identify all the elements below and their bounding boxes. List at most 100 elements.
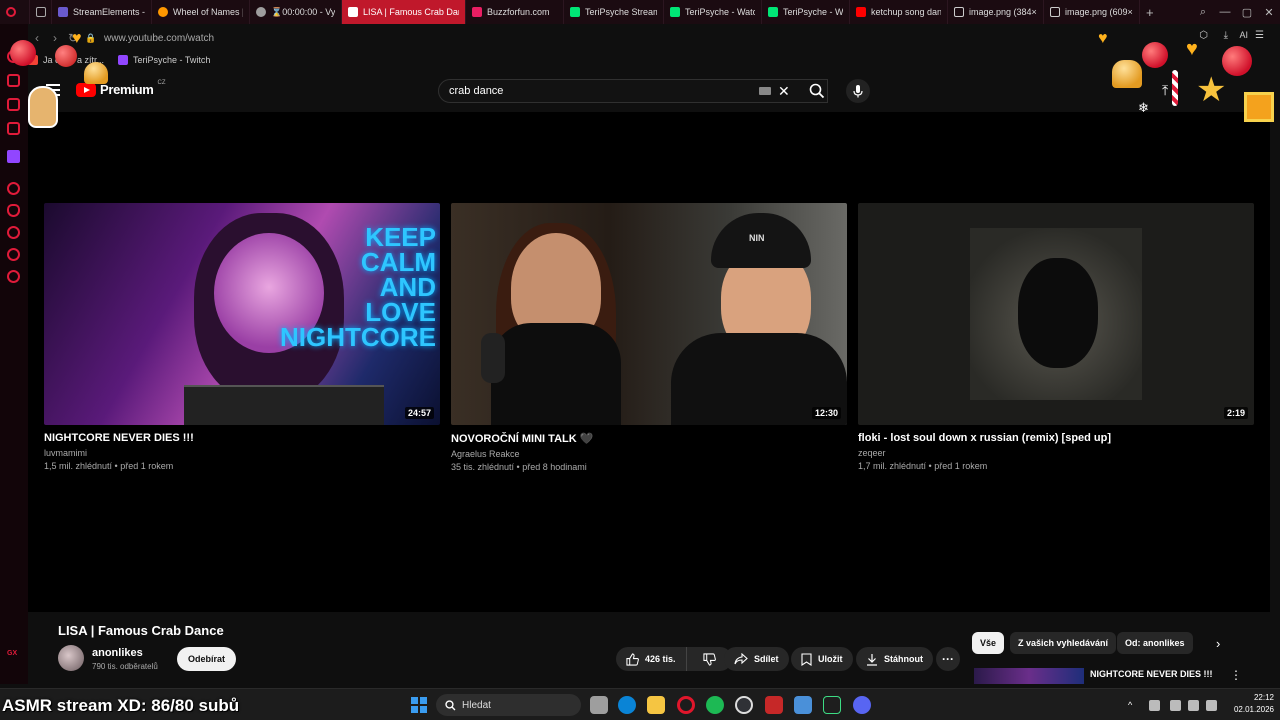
chevron-up-icon[interactable]: ^	[1128, 700, 1139, 711]
task-view-icon[interactable]	[590, 696, 608, 714]
heart-icon[interactable]	[7, 204, 20, 217]
tab-image-1[interactable]: image.png (384×2	[948, 0, 1044, 24]
video-title[interactable]: floki - lost soul down x russian (remix)…	[858, 432, 1254, 444]
search-tabs-icon[interactable]: ⌕	[1192, 0, 1214, 24]
bookmark-icon	[801, 652, 812, 666]
settings-icon[interactable]	[7, 270, 20, 283]
clock[interactable]: 22:12 02.01.2026	[1234, 692, 1274, 716]
forward-arrow-icon[interactable]: ›	[46, 31, 64, 45]
tab-kick-1[interactable]: TeriPsyche Stream	[564, 0, 664, 24]
microphone-icon[interactable]	[1170, 700, 1181, 711]
video-thumbnail[interactable]: 2:19	[858, 203, 1254, 425]
download-button[interactable]: Stáhnout	[856, 647, 933, 671]
video-player[interactable]: KEEP CALM AND LOVE NIGHTCORE 24:57 NIGHT…	[28, 112, 1270, 612]
tab-youtube-active[interactable]: LISA | Famous Crab Danc	[342, 0, 466, 24]
clear-search-icon[interactable]: ✕	[778, 83, 790, 100]
keyboard-icon[interactable]	[759, 87, 771, 95]
gx-icon[interactable]: GX	[7, 650, 17, 657]
ornament-icon	[10, 40, 36, 66]
chip-all[interactable]: Vše	[972, 632, 1005, 654]
menu-icon[interactable]: ☰	[1255, 30, 1264, 41]
spotify-icon[interactable]	[706, 696, 724, 714]
tab-buzzforfun[interactable]: Buzzforfun.com	[466, 0, 564, 24]
video-channel[interactable]: luvmamimi	[44, 448, 440, 458]
search-button[interactable]	[803, 79, 831, 103]
heart-icon: ♥	[1098, 30, 1108, 47]
notepad-icon[interactable]	[794, 696, 812, 714]
tab-kick-3[interactable]: TeriPsyche - Watc	[762, 0, 850, 24]
network-icon[interactable]	[1188, 700, 1199, 711]
suggested-video-card[interactable]: KEEP CALM AND LOVE NIGHTCORE 24:57 NIGHT…	[44, 203, 440, 471]
ai-button[interactable]: AI	[1239, 30, 1248, 40]
sidebar-video-thumbnail[interactable]	[974, 668, 1084, 684]
page-title: LISA | Famous Crab Dance	[58, 623, 224, 638]
obs-icon[interactable]	[735, 696, 753, 714]
save-button[interactable]: Uložit	[791, 647, 853, 671]
tab-kick-2[interactable]: TeriPsyche - Watc	[664, 0, 762, 24]
like-count: 426 tis.	[645, 654, 676, 664]
voicemeeter-icon[interactable]	[765, 696, 783, 714]
tab-ketchup[interactable]: ketchup song dan	[850, 0, 948, 24]
tab-streamelements[interactable]: StreamElements -	[52, 0, 152, 24]
tab-opera-menu[interactable]	[0, 0, 30, 24]
close-button[interactable]: ✕	[1258, 0, 1280, 24]
upload-icon[interactable]: ⤒	[1162, 82, 1168, 99]
extensions-icon[interactable]: ⬡	[1199, 30, 1208, 41]
video-thumbnail[interactable]: KEEP CALM AND LOVE NIGHTCORE 24:57	[44, 203, 440, 425]
suggested-video-card[interactable]: NIN 12:30 NOVOROČNÍ MINI TALK 🖤 Agraelus…	[451, 203, 847, 472]
channel-name[interactable]: anonlikes	[92, 647, 143, 659]
maximize-button[interactable]: ▢	[1236, 0, 1258, 24]
volume-icon[interactable]	[1206, 700, 1217, 711]
gingerbread-icon	[28, 86, 58, 128]
chip-from-channel[interactable]: Od: anonlikes	[1117, 632, 1193, 654]
tab-workspaces[interactable]	[30, 0, 52, 24]
terminal-icon[interactable]	[823, 696, 841, 714]
subscribe-button[interactable]: Odebírat	[177, 647, 237, 671]
thumbnail-text: KEEP CALM AND LOVE NIGHTCORE	[280, 222, 436, 352]
taskbar-search[interactable]: Hledat	[436, 694, 581, 716]
chip-from-searches[interactable]: Z vašich vyhledávání	[1010, 632, 1117, 654]
video-title[interactable]: NOVOROČNÍ MINI TALK 🖤	[451, 432, 847, 445]
start-button[interactable]	[411, 697, 427, 713]
voice-search-button[interactable]	[846, 79, 870, 103]
extensions-icon[interactable]	[7, 248, 20, 261]
tab-image-2[interactable]: image.png (609×	[1044, 0, 1140, 24]
instagram-icon[interactable]	[7, 98, 20, 111]
more-actions-button[interactable]: ···	[936, 647, 960, 671]
new-tab-button[interactable]: +	[1140, 0, 1162, 24]
file-explorer-icon[interactable]	[647, 696, 665, 714]
player-icon[interactable]	[7, 182, 20, 195]
tab-timer[interactable]: ⌛00:00:00 - Vyh	[250, 0, 342, 24]
whatsapp-icon[interactable]	[7, 74, 20, 87]
opera-gx-icon[interactable]	[677, 696, 695, 714]
document-icon	[954, 7, 964, 17]
twitch-icon[interactable]	[7, 150, 20, 163]
instagram-icon[interactable]	[7, 122, 20, 135]
video-title[interactable]: NIGHTCORE NEVER DIES !!!	[44, 432, 440, 444]
like-button[interactable]: 426 tis.	[616, 647, 687, 671]
minimize-button[interactable]: —	[1214, 0, 1236, 24]
download-icon[interactable]: ⤓	[1224, 30, 1228, 41]
tray-app-icon[interactable]	[1149, 700, 1160, 711]
video-channel[interactable]: Agraelus Reakce	[451, 449, 847, 459]
discord-icon[interactable]	[853, 696, 871, 714]
tab-label: TeriPsyche - Watc	[783, 7, 843, 17]
video-channel[interactable]: zeqeer	[858, 448, 1254, 458]
history-icon[interactable]	[7, 226, 20, 239]
kebab-menu-icon[interactable]: ⋮	[1230, 668, 1242, 682]
video-meta: 1,7 mil. zhlédnutí • před 1 rokem	[858, 461, 988, 471]
bookmark-item[interactable]: TeriPsyche - Twitch	[118, 55, 210, 65]
video-thumbnail[interactable]: NIN 12:30	[451, 203, 847, 425]
suggested-video-card[interactable]: 2:19 floki - lost soul down x russian (r…	[858, 203, 1254, 471]
youtube-icon	[856, 7, 866, 17]
dislike-button[interactable]	[693, 647, 727, 671]
avatar[interactable]	[58, 645, 84, 671]
youtube-logo[interactable]: Premium CZ	[76, 80, 166, 97]
url-text[interactable]: www.youtube.com/watch	[104, 33, 214, 44]
chevron-right-icon[interactable]: ›	[1216, 636, 1220, 651]
sidebar-video-title[interactable]: NIGHTCORE NEVER DIES !!!	[1090, 669, 1213, 679]
edge-icon[interactable]	[618, 696, 636, 714]
tab-label: Wheel of Names |	[173, 7, 243, 17]
tab-wheel-of-names[interactable]: Wheel of Names |	[152, 0, 250, 24]
share-button[interactable]: Sdílet	[724, 647, 789, 671]
